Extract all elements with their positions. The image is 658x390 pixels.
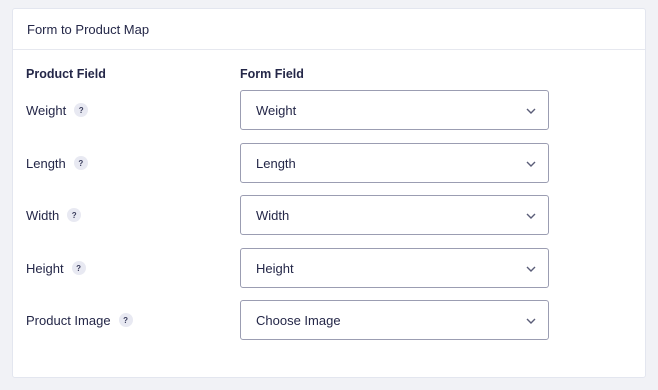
- form-field-header: Form Field: [240, 67, 304, 81]
- help-icon[interactable]: ?: [118, 313, 133, 327]
- select-value: Height: [256, 260, 294, 276]
- mapping-row-weight: Weight ? Weight: [13, 90, 645, 130]
- width-form-field-select[interactable]: Width: [240, 195, 549, 235]
- help-icon[interactable]: ?: [74, 103, 89, 117]
- row-label: Width ?: [26, 195, 82, 235]
- product-image-form-field-select[interactable]: Choose Image: [240, 300, 549, 340]
- column-headers: Product Field Form Field: [26, 67, 645, 83]
- chevron-down-icon: [526, 213, 536, 219]
- field-label-height: Height: [26, 260, 64, 276]
- field-label-product-image: Product Image: [26, 312, 111, 328]
- length-form-field-select[interactable]: Length: [240, 143, 549, 183]
- select-value: Length: [256, 155, 296, 171]
- form-to-product-map-panel: Form to Product Map Product Field Form F…: [12, 8, 646, 378]
- field-label-width: Width: [26, 207, 60, 223]
- help-icon[interactable]: ?: [71, 261, 86, 275]
- help-icon[interactable]: ?: [73, 156, 88, 170]
- row-label: Height ?: [26, 248, 86, 288]
- mapping-row-length: Length ? Length: [13, 143, 645, 183]
- row-label: Length ?: [26, 143, 88, 183]
- chevron-down-icon: [526, 161, 536, 167]
- mapping-row-width: Width ? Width: [13, 195, 645, 235]
- product-field-header: Product Field: [26, 67, 106, 81]
- panel-header: Form to Product Map: [13, 9, 645, 50]
- chevron-down-icon: [526, 108, 536, 114]
- chevron-down-icon: [526, 266, 536, 272]
- row-label: Product Image ?: [26, 300, 133, 340]
- height-form-field-select[interactable]: Height: [240, 248, 549, 288]
- mapping-row-height: Height ? Height: [13, 248, 645, 288]
- mapping-row-product-image: Product Image ? Choose Image: [13, 300, 645, 340]
- select-value: Weight: [256, 102, 297, 118]
- field-label-weight: Weight: [26, 102, 67, 118]
- field-label-length: Length: [26, 155, 66, 171]
- select-value: Choose Image: [256, 312, 341, 328]
- weight-form-field-select[interactable]: Weight: [240, 90, 549, 130]
- row-label: Weight ?: [26, 90, 89, 130]
- chevron-down-icon: [526, 318, 536, 324]
- help-icon[interactable]: ?: [67, 208, 82, 222]
- panel-title: Form to Product Map: [27, 21, 150, 37]
- select-value: Width: [256, 207, 290, 223]
